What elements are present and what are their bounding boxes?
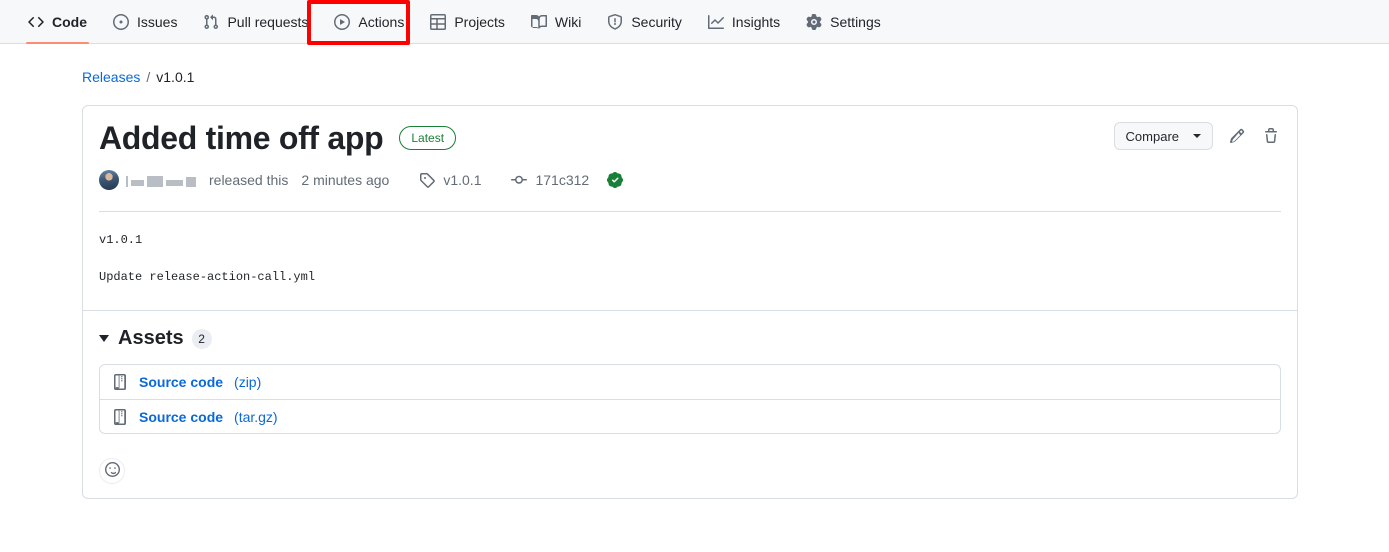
play-icon: [334, 13, 351, 30]
page-content: Releases / v1.0.1 Added time off app Lat…: [0, 44, 1389, 499]
release-body: v1.0.1 Update release-action-call.yml: [83, 212, 1297, 286]
released-text: released this: [209, 172, 289, 188]
breadcrumb-current: v1.0.1: [156, 69, 195, 85]
asset-extension: (zip): [234, 374, 262, 390]
author-name-redacted: [126, 174, 196, 187]
breadcrumb: Releases / v1.0.1: [82, 66, 1389, 88]
author-group: released this 2 minutes ago: [99, 170, 389, 190]
asset-name[interactable]: Source code: [139, 409, 223, 425]
assets-section: Assets 2 Source code (zip) Source code (: [83, 310, 1297, 450]
book-icon: [530, 14, 547, 30]
tag-chip[interactable]: v1.0.1: [419, 172, 481, 188]
release-meta: released this 2 minutes ago v1.0.1 171c3…: [83, 158, 1297, 190]
commit-chip[interactable]: 171c312: [511, 172, 624, 188]
nav-tab-label: Projects: [454, 13, 505, 30]
status-badge-latest: Latest: [399, 126, 457, 150]
graph-icon: [707, 14, 724, 30]
compare-button-label: Compare: [1125, 128, 1179, 144]
issue-opened-icon: [113, 13, 129, 30]
chevron-down-icon: [1193, 134, 1201, 138]
list-item[interactable]: Source code (zip): [100, 365, 1280, 399]
assets-list: Source code (zip) Source code (tar.gz): [99, 364, 1281, 434]
breadcrumb-releases-link[interactable]: Releases: [82, 69, 140, 85]
release-title-group: Added time off app Latest: [99, 118, 457, 158]
nav-tab-wiki[interactable]: Wiki: [521, 0, 591, 44]
nav-tab-code[interactable]: Code: [18, 0, 97, 44]
avatar[interactable]: [99, 170, 119, 190]
asset-extension: (tar.gz): [234, 408, 278, 425]
repo-nav: Code Issues Pull requests Actions Projec…: [0, 0, 1389, 45]
list-item[interactable]: Source code (tar.gz): [100, 399, 1280, 433]
nav-tab-projects[interactable]: Projects: [420, 0, 515, 44]
nav-tab-label: Insights: [731, 13, 781, 30]
assets-toggle[interactable]: Assets 2: [99, 327, 1281, 350]
trash-icon[interactable]: [1261, 126, 1281, 146]
breadcrumb-separator: /: [146, 69, 151, 85]
release-timestamp: 2 minutes ago: [301, 172, 390, 188]
nav-tab-security[interactable]: Security: [597, 0, 692, 44]
gear-icon: [806, 13, 822, 30]
add-reaction-button[interactable]: [99, 458, 125, 484]
pencil-icon[interactable]: [1227, 126, 1247, 146]
nav-tab-label: Settings: [830, 13, 881, 30]
code-icon: [28, 14, 44, 30]
compare-button[interactable]: Compare: [1113, 122, 1213, 150]
nav-tab-label: Code: [52, 13, 87, 30]
assets-count-badge: 2: [191, 328, 212, 349]
release-header: Added time off app Latest Compare: [83, 106, 1297, 158]
commit-sha: 171c312: [535, 172, 590, 188]
nav-tab-label: Pull requests: [227, 13, 309, 30]
reactions-row: [83, 450, 1297, 498]
nav-tab-label: Issues: [137, 13, 178, 30]
file-zip-icon: [112, 408, 128, 425]
smiley-icon: [104, 462, 120, 480]
asset-name[interactable]: Source code: [139, 374, 223, 390]
nav-tab-pull-requests[interactable]: Pull requests: [193, 0, 318, 44]
table-icon: [430, 13, 447, 30]
nav-tab-insights[interactable]: Insights: [698, 0, 790, 44]
release-actions: Compare: [1113, 118, 1281, 150]
nav-tab-label: Wiki: [554, 13, 582, 30]
git-pull-request-icon: [203, 14, 219, 30]
triangle-down-icon: [99, 335, 109, 342]
nav-tab-label: Security: [631, 13, 682, 30]
nav-tab-issues[interactable]: Issues: [103, 0, 187, 44]
nav-tab-settings[interactable]: Settings: [796, 0, 891, 44]
tag-name: v1.0.1: [443, 172, 482, 188]
release-card: Added time off app Latest Compare releas…: [82, 105, 1298, 499]
page-title: Added time off app: [99, 120, 384, 156]
git-commit-icon: [511, 172, 528, 188]
tag-icon: [419, 172, 436, 188]
release-body-line: v1.0.1: [99, 233, 143, 247]
nav-tab-actions[interactable]: Actions: [324, 0, 414, 44]
nav-tab-label: Actions: [358, 13, 405, 30]
file-zip-icon: [112, 374, 128, 390]
verified-check-icon: [607, 172, 624, 188]
release-body-line: Update release-action-call.yml: [99, 270, 316, 284]
assets-title: Assets: [118, 327, 184, 349]
shield-icon: [607, 13, 623, 30]
